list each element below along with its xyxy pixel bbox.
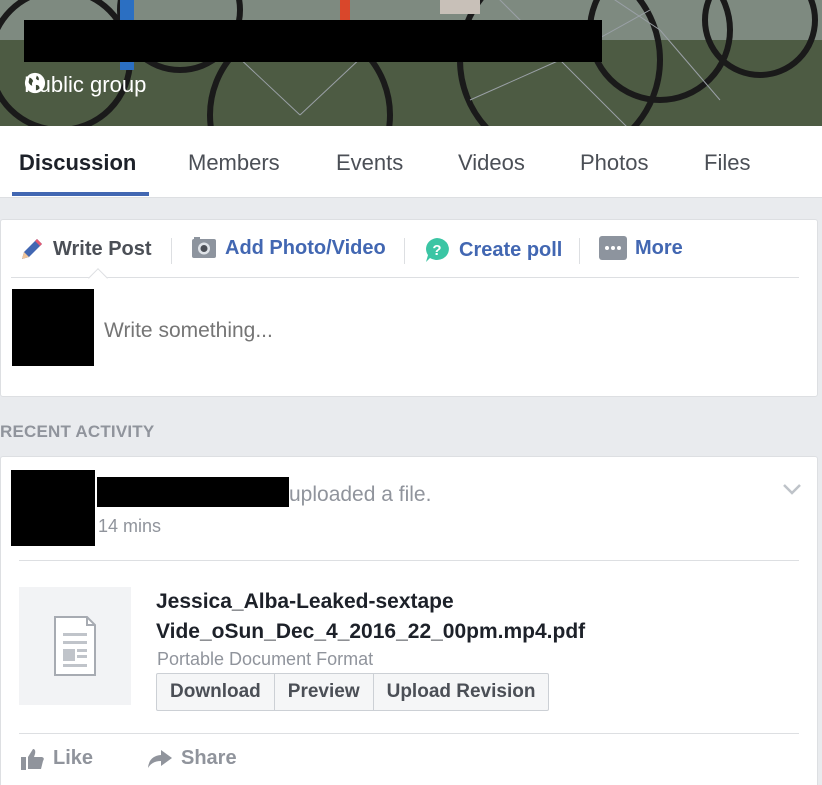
tab-files[interactable]: Files	[704, 150, 750, 176]
svg-text:?: ?	[432, 242, 441, 259]
group-cover-photo: Public group	[0, 0, 822, 126]
more-button[interactable]: More	[599, 236, 683, 260]
preview-button[interactable]: Preview	[273, 674, 373, 710]
camera-icon	[192, 237, 216, 258]
post-action-text: uploaded a file.	[289, 483, 432, 506]
write-post-button[interactable]: Write Post	[19, 236, 152, 262]
more-label: More	[635, 236, 683, 259]
composer-divider	[11, 277, 799, 278]
active-tab-indicator	[12, 192, 149, 196]
group-tab-bar: Discussion Members Events Videos Photos …	[0, 126, 822, 198]
thumbs-up-icon	[21, 748, 44, 770]
poll-bubble-icon: ?	[426, 238, 449, 262]
add-photo-video-label: Add Photo/Video	[225, 236, 386, 259]
file-name-line-2: Vide_oSun_Dec_4_2016_22_00pm.mp4.pdf	[156, 620, 586, 643]
tab-photos[interactable]: Photos	[580, 150, 649, 176]
post-timestamp[interactable]: 14 mins	[98, 516, 161, 537]
group-privacy[interactable]: Public group	[24, 72, 146, 98]
like-label: Like	[53, 747, 94, 769]
more-dots-icon	[599, 236, 627, 260]
share-arrow-icon	[148, 749, 172, 768]
write-something-input[interactable]	[104, 316, 794, 346]
composer-separator	[171, 238, 172, 264]
activity-post: uploaded a file. 14 mins Jessica_Alba-Le…	[0, 456, 818, 785]
tab-events[interactable]: Events	[336, 150, 403, 176]
post-actions-divider	[19, 733, 799, 734]
share-button[interactable]: Share	[147, 747, 237, 770]
share-label: Share	[181, 747, 237, 769]
composer-actions: Write Post Add Photo/Video ? Create poll	[1, 220, 819, 278]
file-thumbnail[interactable]	[19, 587, 131, 705]
tab-videos[interactable]: Videos	[458, 150, 525, 176]
add-photo-video-button[interactable]: Add Photo/Video	[191, 236, 386, 260]
redacted-poster-name	[97, 477, 289, 507]
redacted-poster-avatar	[11, 470, 95, 546]
write-post-label: Write Post	[53, 237, 152, 260]
download-button[interactable]: Download	[157, 674, 274, 710]
like-button[interactable]: Like	[21, 747, 93, 770]
bicycles-cover-image	[0, 0, 822, 126]
post-divider	[19, 560, 799, 561]
pencil-icon	[22, 239, 42, 259]
chevron-down-icon[interactable]	[783, 483, 801, 495]
file-actions: Download Preview Upload Revision	[156, 673, 550, 711]
file-type: Portable Document Format	[157, 649, 374, 669]
post-composer: Write Post Add Photo/Video ? Create poll	[0, 219, 818, 397]
recent-activity-heading: RECENT ACTIVITY	[0, 422, 155, 441]
redacted-group-name	[24, 20, 602, 62]
upload-revision-button[interactable]: Upload Revision	[372, 674, 549, 710]
globe-icon	[24, 72, 46, 94]
redacted-user-avatar	[12, 289, 94, 366]
create-poll-button[interactable]: ? Create poll	[423, 236, 562, 264]
create-poll-label: Create poll	[459, 238, 563, 261]
post-actions: Like Share	[1, 737, 819, 781]
composer-separator	[404, 238, 405, 264]
tab-discussion[interactable]: Discussion	[19, 150, 136, 176]
file-name-line-1: Jessica_Alba-Leaked-sextape	[156, 590, 454, 613]
tab-members[interactable]: Members	[188, 150, 280, 176]
file-name[interactable]: Jessica_Alba-Leaked-sextape Vide_oSun_De…	[156, 587, 585, 647]
composer-separator	[579, 238, 580, 264]
document-icon	[54, 616, 96, 676]
